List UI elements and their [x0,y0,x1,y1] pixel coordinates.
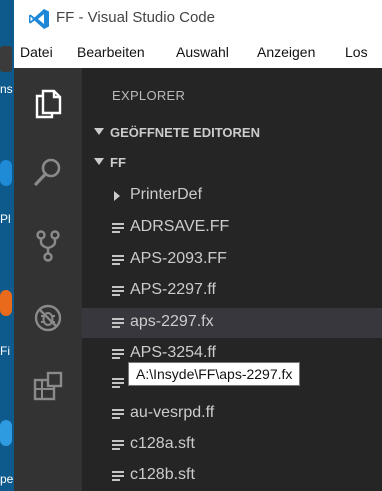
tree-file[interactable]: c128b.sft [82,461,382,491]
tree-folder-printerdef[interactable]: PrinterDef [82,181,382,211]
title-bar[interactable]: FF - Visual Studio Code [14,0,382,38]
desktop-app-icon[interactable] [0,46,12,72]
section-open-editors[interactable]: GEÖFFNETE EDITOREN [82,120,382,146]
files-icon [35,89,62,119]
source-control-icon [36,230,60,262]
menu-anzeigen[interactable]: Anzeigen [257,44,315,60]
menu-bar: Datei Bearbeiten Auswahl Anzeigen Los [14,38,382,68]
file-lines-icon [112,409,124,420]
tree-item-label: c128a.sft [130,435,195,452]
desktop-label: Pl [0,212,11,226]
file-lines-icon [112,286,124,297]
firefox-icon[interactable] [0,290,12,316]
tree-file-selected[interactable]: aps-2297.fx [82,308,382,338]
file-lines-icon [112,223,124,234]
tree-file[interactable]: c128a.sft [82,430,382,460]
debug-icon [34,304,62,332]
menu-auswahl[interactable]: Auswahl [176,44,229,60]
tree-item-label: APS-2093.FF [130,250,227,267]
tree-item-label: PrinterDef [130,186,203,203]
tree-file[interactable]: APS-2297.ff [82,276,382,306]
vscode-window: FF - Visual Studio Code Datei Bearbeiten… [14,0,382,491]
explorer-sidebar: EXPLORER GEÖFFNETE EDITOREN FF PrinterDe… [82,68,382,491]
debug-activity-button[interactable] [14,290,82,346]
tree-item-label: au-vesrpd.ff [130,404,215,421]
section-label: GEÖFFNETE EDITOREN [110,125,260,140]
menu-bearbeiten[interactable]: Bearbeiten [77,44,145,60]
file-lines-icon [112,318,124,329]
desktop-app-icon[interactable] [0,160,12,186]
section-label: FF [110,155,126,170]
tree-item-label: c128b.sft [130,466,195,483]
explorer-title: EXPLORER [112,88,186,103]
desktop-label: Fi [0,344,10,358]
file-lines-icon [112,255,124,266]
menu-los[interactable]: Los [345,44,368,60]
extensions-activity-button[interactable] [14,358,82,414]
tree-item-label: APS-3254.ff [130,344,216,361]
tree-file[interactable]: APS-2093.FF [82,245,382,275]
desktop-label: pe [0,472,14,486]
tree-item-label: ADRSAVE.FF [130,218,230,235]
menu-datei[interactable]: Datei [20,44,53,60]
desktop-label: ns [0,82,13,96]
extensions-icon [33,371,63,401]
tree-file[interactable]: ADRSAVE.FF [82,213,382,243]
desktop-app-icon[interactable] [0,420,12,446]
tree-file[interactable]: au-vesrpd.ff [82,399,382,429]
desktop-background: ns Pl Fi pe [0,0,14,491]
file-lines-icon [112,440,124,451]
tree-item-label: APS-2297.ff [130,281,216,298]
chevron-down-icon [94,128,104,135]
file-lines-icon [112,349,124,360]
search-icon [34,158,61,186]
path-tooltip: A:\Insyde\FF\aps-2297.fx [128,362,301,386]
file-lines-icon [112,378,124,389]
search-activity-button[interactable] [14,144,82,200]
file-lines-icon [112,471,124,482]
vscode-logo-icon [29,9,49,29]
chevron-right-icon [114,191,120,201]
window-title: FF - Visual Studio Code [56,9,215,26]
activity-bar [14,68,82,491]
explorer-activity-button[interactable] [14,76,82,132]
source-control-activity-button[interactable] [14,218,82,274]
tree-item-label: aps-2297.fx [130,313,214,330]
chevron-down-icon [94,158,104,165]
section-folder-ff[interactable]: FF [82,150,382,176]
